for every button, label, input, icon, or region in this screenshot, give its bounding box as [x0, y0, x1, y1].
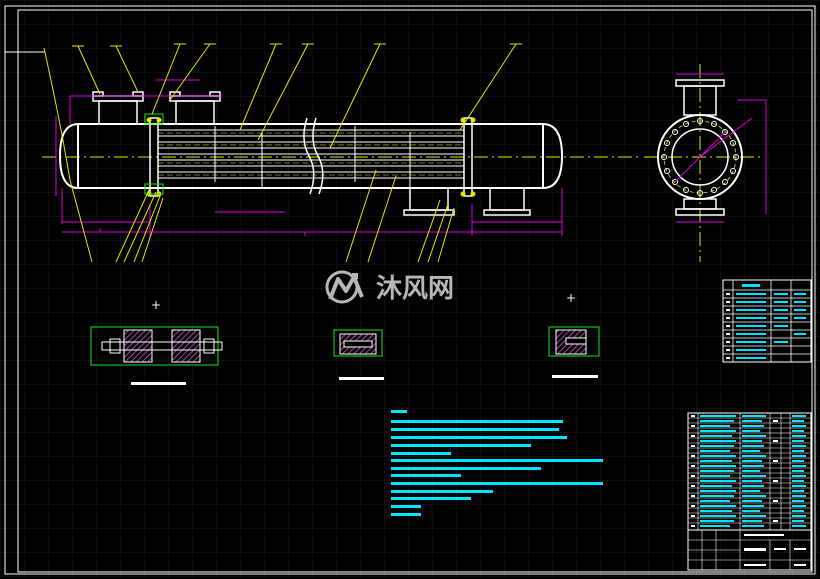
detail-1-flange-left	[123, 329, 153, 363]
detail-3-label-bar	[552, 375, 598, 378]
detail-1-flange-right	[171, 329, 201, 363]
detail-1-label-bar	[131, 382, 186, 385]
detail-2-bore	[343, 340, 373, 348]
watermark-brand-text: 沐风网	[376, 274, 455, 304]
watermark: 沐风网	[324, 268, 454, 305]
detail-3-bore	[565, 337, 587, 345]
detail-3-cross: +	[566, 291, 576, 305]
detail-2-label-bar	[339, 377, 384, 380]
detail-1-cross: +	[151, 298, 161, 312]
watermark-logo-icon	[325, 270, 364, 303]
